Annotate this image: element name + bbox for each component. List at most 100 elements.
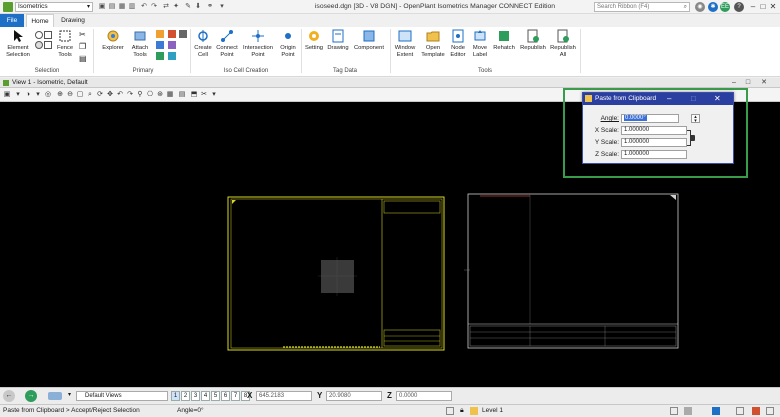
- z-coordinate-input[interactable]: 0.0000: [396, 391, 452, 401]
- paste-icon[interactable]: ▤: [79, 54, 87, 63]
- y-scale-input[interactable]: 1.000000: [621, 138, 687, 147]
- status-icon-4[interactable]: [736, 407, 744, 415]
- select-box-icon[interactable]: [44, 31, 52, 39]
- saved-views-icon[interactable]: ▤: [178, 90, 186, 99]
- view-minimize-button[interactable]: –: [730, 78, 738, 87]
- help-icon[interactable]: ?: [734, 2, 744, 12]
- views-dropdown-icon[interactable]: ▾: [68, 391, 71, 398]
- copy-icon[interactable]: ❐: [79, 42, 86, 51]
- primary-small-icon-5[interactable]: [168, 41, 176, 49]
- previous-view-icon[interactable]: ↶: [116, 90, 124, 99]
- more-view-tools-icon[interactable]: ▾: [210, 90, 218, 99]
- dialog-minimize-button[interactable]: –: [667, 93, 671, 105]
- link-icon[interactable]: ⚭: [206, 3, 214, 11]
- element-selection-button[interactable]: Element Selection: [3, 29, 33, 58]
- tab-file[interactable]: File: [0, 14, 24, 27]
- primary-small-icon-4[interactable]: [168, 30, 176, 38]
- primary-small-icon-3[interactable]: [156, 52, 164, 60]
- settings-icon[interactable]: ✱: [708, 2, 718, 12]
- fit-view-icon[interactable]: ⌕: [86, 90, 94, 99]
- element-selection-status-icon[interactable]: [446, 407, 454, 415]
- cut-icon[interactable]: ✂: [79, 30, 86, 39]
- rehatch-button[interactable]: Rehatch: [492, 29, 516, 52]
- search-ribbon-input[interactable]: Search Ribbon (F4) ⌕: [594, 2, 690, 12]
- dialog-maximize-button[interactable]: □: [691, 93, 696, 105]
- print-icon[interactable]: ▥: [128, 3, 136, 11]
- drawing-button[interactable]: Drawing: [326, 29, 350, 52]
- z-scale-input[interactable]: 1.000000: [621, 150, 687, 159]
- swap-icon[interactable]: ⇄: [162, 3, 170, 11]
- view-number-button[interactable]: 2: [181, 391, 190, 401]
- x-scale-input[interactable]: 1.000000: [621, 126, 687, 135]
- save-icon[interactable]: ▣: [98, 3, 106, 11]
- create-cell-button[interactable]: Create Cell: [192, 29, 214, 58]
- view-number-button[interactable]: 6: [221, 391, 230, 401]
- select-shape-icon[interactable]: [44, 41, 52, 49]
- views-icon[interactable]: [48, 392, 62, 400]
- view-number-button[interactable]: 7: [231, 391, 240, 401]
- update-view-icon[interactable]: ◎: [44, 90, 52, 99]
- open-template-button[interactable]: Open Template: [419, 29, 447, 58]
- view-rotation-icon[interactable]: ⊛: [156, 90, 164, 99]
- dialog-close-button[interactable]: ✕: [714, 93, 721, 105]
- tools-icon[interactable]: ✂: [200, 90, 208, 99]
- window-area-icon[interactable]: ▢: [76, 90, 84, 99]
- dropdown-icon[interactable]: ▾: [218, 3, 226, 11]
- pan-view-icon[interactable]: ✥: [106, 90, 114, 99]
- attach-tools-button[interactable]: Attach Tools: [127, 29, 153, 58]
- republish-button[interactable]: Republish: [518, 29, 548, 52]
- next-view-icon[interactable]: ↷: [126, 90, 134, 99]
- status-icon-5[interactable]: [752, 407, 760, 415]
- tab-home[interactable]: Home: [26, 14, 54, 27]
- window-extent-button[interactable]: Window Extent: [392, 29, 418, 58]
- pin-icon[interactable]: ✎: [184, 3, 192, 11]
- select-circle-icon[interactable]: [35, 31, 43, 39]
- status-icon-1[interactable]: [670, 407, 678, 415]
- forward-icon[interactable]: →: [25, 390, 37, 402]
- workflow-dropdown[interactable]: Isometrics ▾: [15, 2, 93, 12]
- primary-small-icon-7[interactable]: [179, 30, 187, 38]
- view-number-button[interactable]: 4: [201, 391, 210, 401]
- lock-status-icon[interactable]: 🔒︎: [460, 407, 464, 415]
- display-style-icon[interactable]: ▾: [14, 90, 22, 99]
- x-coordinate-input[interactable]: 645.2183: [256, 391, 312, 401]
- user-avatar[interactable]: EE: [720, 2, 730, 12]
- clip-volume-icon[interactable]: ▦: [166, 90, 174, 99]
- sign-in-icon[interactable]: ◉: [695, 2, 705, 12]
- back-icon[interactable]: ←: [3, 390, 15, 402]
- snap-icon[interactable]: ✦: [172, 3, 180, 11]
- status-icon-6[interactable]: [766, 407, 774, 415]
- arrow-down-icon[interactable]: ⬇: [194, 3, 202, 11]
- setting-button[interactable]: Setting: [303, 29, 325, 52]
- move-label-button[interactable]: Move Label: [470, 29, 490, 58]
- display-mode-dropdown-icon[interactable]: ▾: [34, 90, 42, 99]
- new-file-icon[interactable]: ▤: [108, 3, 116, 11]
- close-button[interactable]: ✕: [766, 0, 780, 14]
- zoom-out-icon[interactable]: ⊖: [66, 90, 74, 99]
- walk-icon[interactable]: ⚲: [136, 90, 144, 99]
- undo-icon[interactable]: ↶: [140, 3, 148, 11]
- view-number-button[interactable]: 3: [191, 391, 200, 401]
- angle-spinner[interactable]: ▴ ▾: [691, 114, 700, 124]
- zoom-in-icon[interactable]: ⊕: [56, 90, 64, 99]
- view-number-button[interactable]: 1: [171, 391, 180, 401]
- open-folder-icon[interactable]: ▦: [118, 3, 126, 11]
- status-icon-3[interactable]: [712, 407, 720, 415]
- lock-icon[interactable]: [690, 135, 695, 141]
- view-attributes-icon[interactable]: ▣: [3, 90, 11, 99]
- node-editor-button[interactable]: Node Editor: [448, 29, 468, 58]
- display-mode-icon[interactable]: ◑: [24, 90, 32, 99]
- component-button[interactable]: Component: [352, 29, 386, 52]
- republish-all-button[interactable]: Republish All: [549, 29, 577, 58]
- default-views-dropdown[interactable]: Default Views: [76, 391, 168, 401]
- select-mode-icon[interactable]: [35, 41, 43, 49]
- rotate-view-icon[interactable]: ⟳: [96, 90, 104, 99]
- active-level[interactable]: Level 1: [482, 407, 503, 414]
- clip-mask-icon[interactable]: ⬒: [190, 90, 198, 99]
- camera-icon[interactable]: ⎔: [146, 90, 154, 99]
- view-maximize-button[interactable]: □: [744, 78, 752, 87]
- intersection-point-button[interactable]: Intersection Point: [240, 29, 276, 58]
- primary-small-icon-6[interactable]: [168, 52, 176, 60]
- redo-icon[interactable]: ↷: [150, 3, 158, 11]
- explorer-button[interactable]: Explorer: [100, 29, 126, 52]
